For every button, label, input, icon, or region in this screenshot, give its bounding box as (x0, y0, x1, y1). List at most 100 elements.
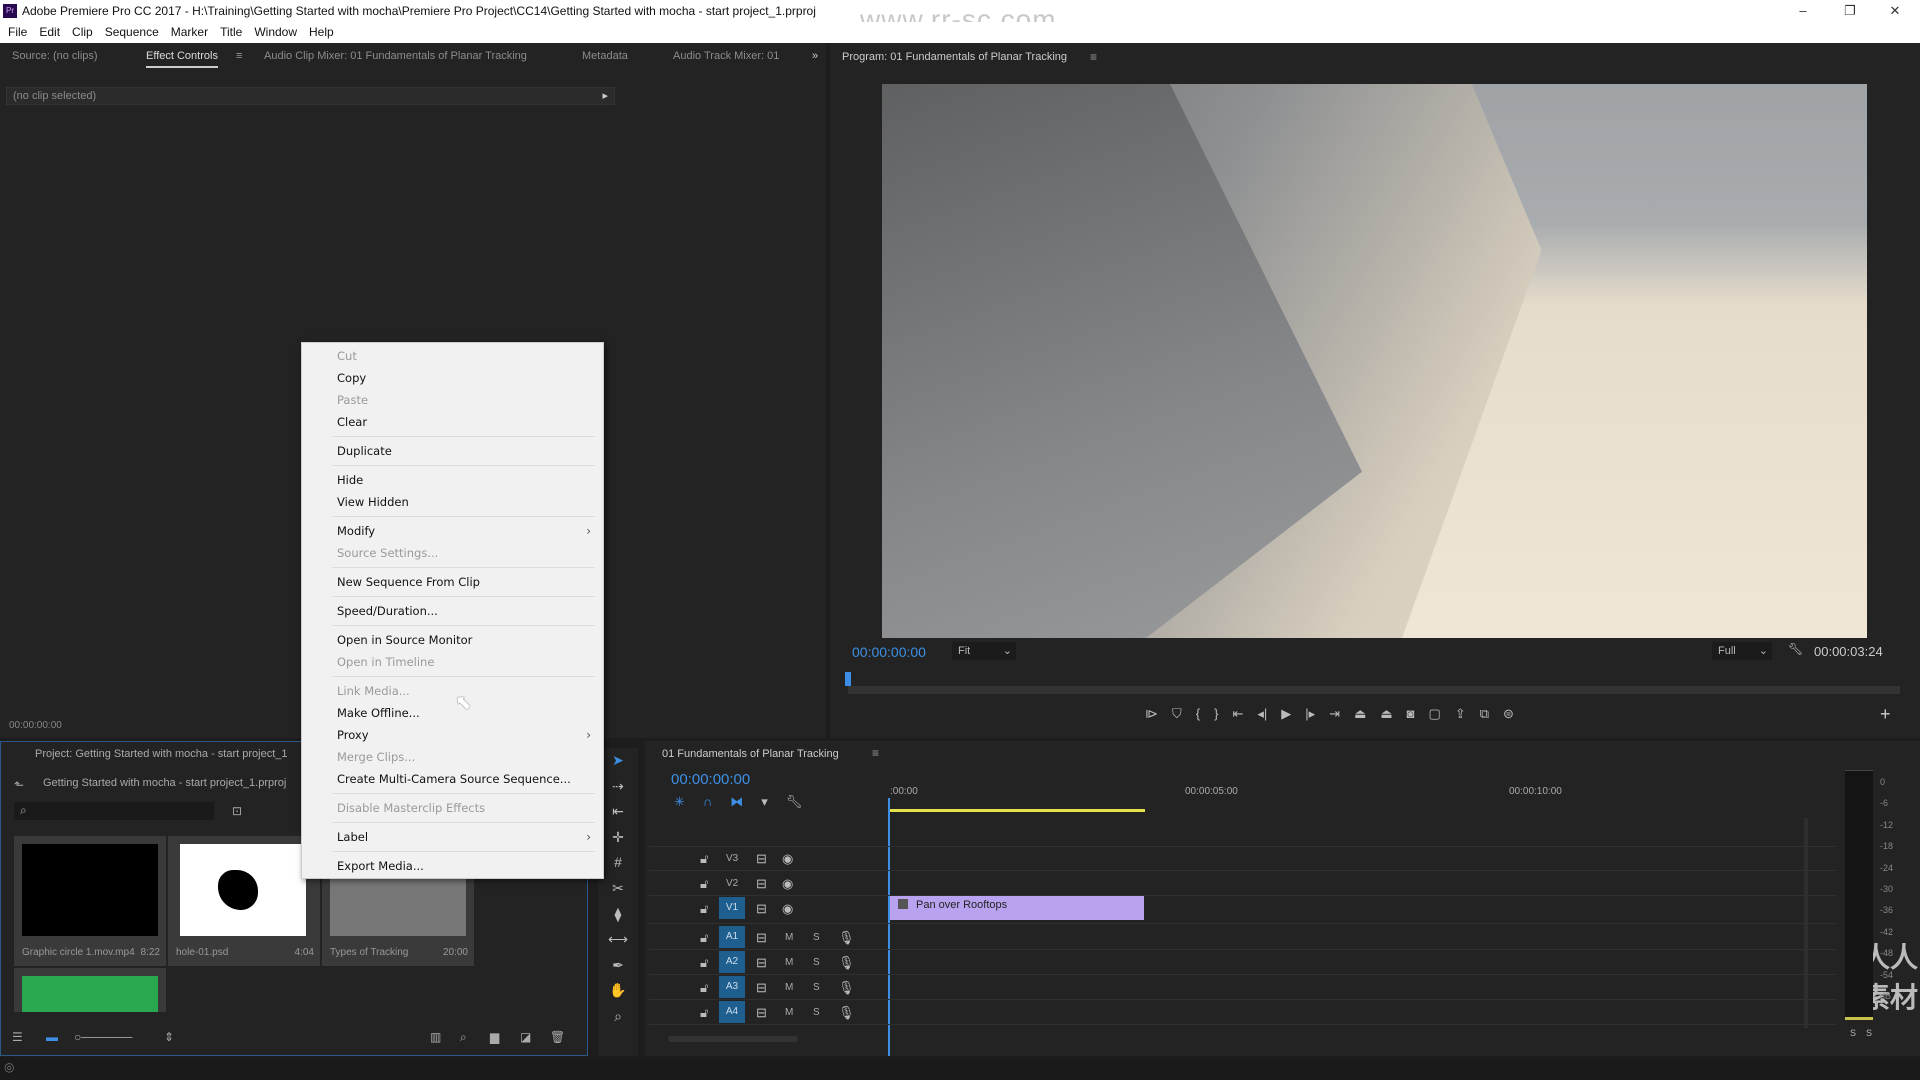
menu-item-export-media[interactable]: Export Media... (337, 859, 424, 873)
list-view-icon[interactable]: ☰ (12, 1030, 23, 1044)
pen-icon[interactable]: ✒ (598, 953, 638, 979)
timeline-title[interactable]: 01 Fundamentals of Planar Tracking (662, 748, 839, 760)
ripple-edit-icon[interactable]: ⇤ (598, 799, 638, 825)
sync-lock-icon[interactable]: ⊟ (756, 1005, 767, 1021)
mute-button[interactable]: M (785, 982, 793, 993)
vertical-scrollbar[interactable] (1804, 818, 1808, 1028)
project-item[interactable]: hole-01.psd 4:04 (168, 836, 320, 966)
overwrite-icon[interactable]: ⧉ (1480, 706, 1489, 726)
program-menu-icon[interactable]: ≡ (1090, 50, 1097, 64)
eye-icon[interactable]: ◉ (782, 901, 793, 917)
lock-icon[interactable]: 🔓︎ (700, 930, 708, 946)
menu-item-proxy[interactable]: Proxy (337, 728, 369, 742)
tab-audio-clip-mixer[interactable]: Audio Clip Mixer: 01 Fundamentals of Pla… (264, 50, 527, 62)
menu-item-open-in-source-monitor[interactable]: Open in Source Monitor (337, 633, 472, 647)
step-forward-icon[interactable]: |▸ (1305, 706, 1315, 726)
lock-icon[interactable]: 🔓︎ (700, 1005, 708, 1021)
overflow-icon[interactable]: » (812, 50, 818, 62)
zoom-icon[interactable]: ⌕ (598, 1004, 638, 1030)
creative-cloud-icon[interactable]: ◎ (4, 1060, 14, 1074)
tab-metadata[interactable]: Metadata (582, 50, 628, 62)
trash-icon[interactable]: 🗑︎ (550, 1030, 565, 1044)
program-timecode[interactable]: 00:00:00:00 (852, 644, 926, 660)
slip-icon[interactable]: ⧫ (598, 902, 638, 928)
timeline-timecode[interactable]: 00:00:00:00 (671, 771, 750, 788)
project-title[interactable]: Project: Getting Started with mocha - st… (35, 748, 288, 760)
sync-lock-icon[interactable]: ⊟ (756, 901, 767, 917)
new-item-icon[interactable]: ◪ (520, 1030, 531, 1044)
program-title[interactable]: Program: 01 Fundamentals of Planar Track… (842, 51, 1067, 63)
timeline-zoom-scrollbar[interactable] (668, 1036, 798, 1042)
razor-icon[interactable]: ✂ (598, 876, 638, 902)
timeline-clip[interactable]: Pan over Rooftops (890, 896, 1144, 920)
track-target[interactable]: A2 (719, 951, 745, 973)
solo-button[interactable]: S (813, 982, 820, 993)
sync-lock-icon[interactable]: ⊟ (756, 876, 767, 892)
find-icon[interactable]: ⌕ (460, 1030, 467, 1045)
resolution-select[interactable]: Full ⌄ (1712, 642, 1772, 660)
new-search-bin-icon[interactable]: ⊡ (232, 804, 242, 818)
sync-lock-icon[interactable]: ⊟ (756, 955, 767, 971)
menu-item-hide[interactable]: Hide (337, 473, 363, 487)
step-back-icon[interactable]: ◂| (1257, 706, 1267, 726)
minimize-button[interactable]: – (1783, 0, 1823, 22)
solo-left-button[interactable]: S (1850, 1028, 1856, 1038)
mic-icon[interactable]: 🎙︎ (838, 980, 855, 996)
selection-tool-icon[interactable]: ➤ (598, 748, 638, 774)
tab-audio-track-mixer[interactable]: Audio Track Mixer: 01 (673, 50, 779, 62)
track-target[interactable]: A4 (719, 1001, 745, 1023)
menu-edit[interactable]: Edit (39, 25, 60, 39)
slide-icon[interactable]: ⟷ (598, 927, 638, 953)
menu-icon[interactable]: ≡ (236, 50, 242, 62)
menu-item-label[interactable]: Label (337, 830, 368, 844)
project-item[interactable] (14, 968, 166, 1012)
add-marker-icon[interactable]: ⧐ (1145, 706, 1158, 726)
track-select-icon[interactable]: ⇢ (598, 774, 638, 800)
timeline-playhead[interactable] (888, 798, 890, 1056)
project-item[interactable]: Graphic circle 1.mov.mp4 8:22 (14, 836, 166, 966)
folder-up-icon[interactable]: ⬑ (14, 778, 24, 792)
go-to-out-icon[interactable]: ⇥ (1329, 706, 1340, 726)
playhead[interactable] (845, 672, 851, 686)
lock-icon[interactable]: 🔓︎ (700, 851, 708, 867)
lock-icon[interactable]: 🔓︎ (700, 955, 708, 971)
menu-item-copy[interactable]: Copy (337, 371, 366, 385)
hand-icon[interactable]: ✋ (598, 978, 638, 1004)
export-frame-icon[interactable]: ◙ (1407, 706, 1415, 726)
close-button[interactable]: ✕ (1875, 0, 1915, 22)
play-icon[interactable]: ▶ (1281, 706, 1291, 726)
lift-icon[interactable]: ⏏ (1354, 706, 1366, 726)
extract-icon[interactable]: ⏏ (1380, 706, 1392, 726)
solo-right-button[interactable]: S (1866, 1028, 1872, 1038)
sync-lock-icon[interactable]: ⊟ (756, 851, 767, 867)
solo-button[interactable]: S (813, 957, 820, 968)
eye-icon[interactable]: ◉ (782, 851, 793, 867)
add-marker-icon[interactable]: ▾ (761, 794, 768, 810)
settings-wrench-icon[interactable]: 🔧︎ (786, 794, 803, 810)
nest-icon[interactable]: ✳ (674, 794, 685, 810)
lock-icon[interactable]: 🔓︎ (700, 876, 708, 892)
menu-sequence[interactable]: Sequence (105, 25, 159, 39)
menu-item-speed-duration[interactable]: Speed/Duration... (337, 604, 438, 618)
linked-selection-icon[interactable]: ⧓ (730, 794, 743, 810)
lock-icon[interactable]: 🔓︎ (700, 980, 708, 996)
insert-icon[interactable]: ⇪ (1455, 706, 1466, 726)
menu-item-modify[interactable]: Modify (337, 524, 375, 538)
zoom-slider[interactable]: ○────── (74, 1030, 132, 1044)
sync-lock-icon[interactable]: ⊟ (756, 930, 767, 946)
rate-stretch-icon[interactable]: # (598, 850, 638, 876)
menu-item-make-offline[interactable]: Make Offline... (337, 706, 420, 720)
rolling-edit-icon[interactable]: ✛ (598, 825, 638, 851)
menu-item-duplicate[interactable]: Duplicate (337, 444, 392, 458)
mute-button[interactable]: M (785, 1007, 793, 1018)
lock-icon[interactable]: 🔓︎ (700, 901, 708, 917)
mark-out-icon[interactable]: } (1214, 706, 1218, 726)
safe-margins-icon[interactable]: ▢ (1429, 706, 1441, 726)
tab-effect-controls[interactable]: Effect Controls (146, 50, 218, 68)
menu-title[interactable]: Title (220, 25, 242, 39)
menu-item-create-multicam[interactable]: Create Multi-Camera Source Sequence... (337, 772, 571, 786)
restore-button[interactable]: ❐ (1830, 0, 1870, 22)
wrench-icon[interactable]: 🔧︎ (1788, 642, 1803, 656)
eye-icon[interactable]: ◉ (782, 876, 793, 892)
menu-file[interactable]: File (8, 25, 27, 39)
